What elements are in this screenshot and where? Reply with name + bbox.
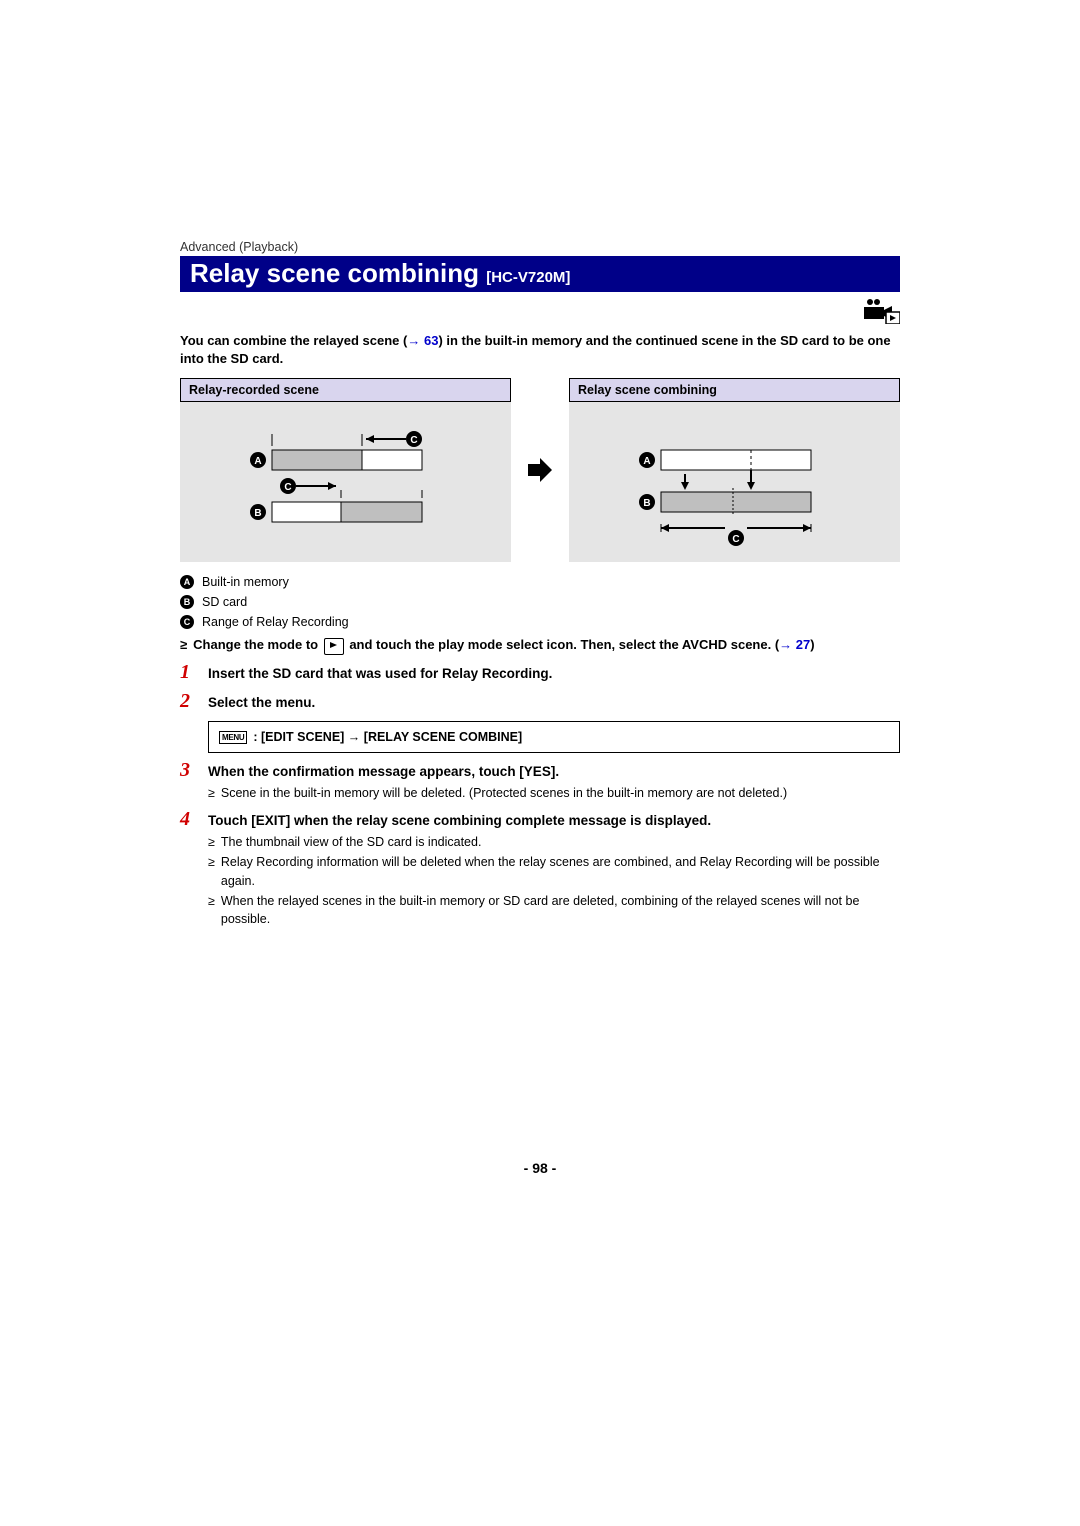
legend-row-a: A Built-in memory	[180, 572, 900, 592]
svg-text:B: B	[643, 498, 650, 509]
bullet-icon: ≥	[208, 853, 215, 889]
diagram-relay-combining: A B C	[569, 402, 900, 562]
step-number-4: 4	[180, 808, 198, 831]
bullet-icon: ≥	[208, 892, 215, 928]
intro-part1: You can combine the relayed scene (	[180, 333, 407, 348]
page: Advanced (Playback) Relay scene combinin…	[0, 0, 1080, 1526]
menu-path-text: : [EDIT SCENE] → [RELAY SCENE COMBINE]	[253, 730, 522, 744]
mode-text-3: )	[810, 637, 814, 652]
bullet-icon: ≥	[208, 833, 215, 851]
step-4-note-1: ≥ The thumbnail view of the SD card is i…	[208, 833, 900, 851]
crossref-link-27[interactable]: → 27	[779, 637, 810, 652]
diagram-right-header: Relay scene combining	[569, 378, 900, 402]
step-1: 1 Insert the SD card that was used for R…	[180, 661, 900, 684]
diagram-left-header: Relay-recorded scene	[180, 378, 511, 402]
title-bar: Relay scene combining [HC-V720M]	[180, 256, 900, 292]
diagram-relay-recorded: A C C B	[180, 402, 511, 562]
badge-b-icon: B	[180, 595, 194, 609]
xref-number: 63	[424, 333, 438, 348]
step-4-text: Touch [EXIT] when the relay scene combin…	[208, 812, 900, 831]
xref-arrow: →	[779, 637, 796, 652]
crossref-link[interactable]: → 63	[407, 333, 438, 348]
legend-row-b: B SD card	[180, 592, 900, 612]
combine-arrow-icon	[525, 378, 555, 562]
mode-instruction: ≥ Change the mode to and touch the play …	[180, 636, 900, 655]
legend-row-c: C Range of Relay Recording	[180, 612, 900, 632]
diagram-right-column: Relay scene combining A B C	[569, 378, 900, 562]
diagram-table: Relay-recorded scene A C C B	[180, 378, 900, 562]
svg-text:C: C	[410, 435, 417, 446]
step-4-note-1-text: The thumbnail view of the SD card is ind…	[221, 833, 482, 851]
step-1-text: Insert the SD card that was used for Rel…	[208, 665, 900, 684]
page-title-model: [HC-V720M]	[486, 269, 570, 286]
step-3: 3 When the confirmation message appears,…	[180, 759, 900, 782]
step-4-note-2: ≥ Relay Recording information will be de…	[208, 853, 900, 889]
mode-text-1: Change the mode to	[193, 637, 322, 652]
bullet-icon: ≥	[208, 784, 215, 802]
legend-c-label: Range of Relay Recording	[202, 612, 349, 632]
svg-text:A: A	[254, 456, 261, 467]
page-number: - 98 -	[0, 1160, 1080, 1176]
svg-text:C: C	[284, 482, 291, 493]
badge-a-icon: A	[180, 575, 194, 589]
legend-b-label: SD card	[202, 592, 247, 612]
intro-paragraph: You can combine the relayed scene (→ 63)…	[180, 330, 900, 368]
step-3-note-text: Scene in the built-in memory will be del…	[221, 784, 787, 802]
diagram-left-column: Relay-recorded scene A C C B	[180, 378, 511, 562]
mode-text-2: and touch the play mode select icon. The…	[349, 637, 779, 652]
xref-arrow: →	[407, 333, 424, 348]
step-4: 4 Touch [EXIT] when the relay scene comb…	[180, 808, 900, 831]
badge-c-icon: C	[180, 615, 194, 629]
play-mode-icon	[324, 638, 344, 655]
step-3-note: ≥ Scene in the built-in memory will be d…	[208, 784, 900, 802]
section-breadcrumb: Advanced (Playback)	[180, 240, 900, 254]
step-4-note-2-text: Relay Recording information will be dele…	[221, 853, 900, 889]
svg-text:A: A	[643, 456, 650, 467]
step-number-3: 3	[180, 759, 198, 782]
svg-text:C: C	[732, 534, 739, 545]
menu-button-icon: MENU	[219, 731, 247, 744]
legend: A Built-in memory B SD card C Range of R…	[180, 572, 900, 632]
xref-number: 27	[796, 637, 810, 652]
step-4-note-3-text: When the relayed scenes in the built-in …	[221, 892, 900, 928]
step-number-1: 1	[180, 661, 198, 684]
step-2-text: Select the menu.	[208, 694, 900, 713]
playback-mode-icon	[864, 298, 900, 324]
menu-path-box: MENU : [EDIT SCENE] → [RELAY SCENE COMBI…	[208, 721, 900, 753]
step-4-note-3: ≥ When the relayed scenes in the built-i…	[208, 892, 900, 928]
legend-a-label: Built-in memory	[202, 572, 289, 592]
page-title: Relay scene combining	[190, 258, 486, 288]
step-3-text: When the confirmation message appears, t…	[208, 763, 900, 782]
step-2: 2 Select the menu.	[180, 690, 900, 713]
svg-text:B: B	[254, 508, 261, 519]
bullet-icon: ≥	[180, 636, 187, 655]
step-number-2: 2	[180, 690, 198, 713]
